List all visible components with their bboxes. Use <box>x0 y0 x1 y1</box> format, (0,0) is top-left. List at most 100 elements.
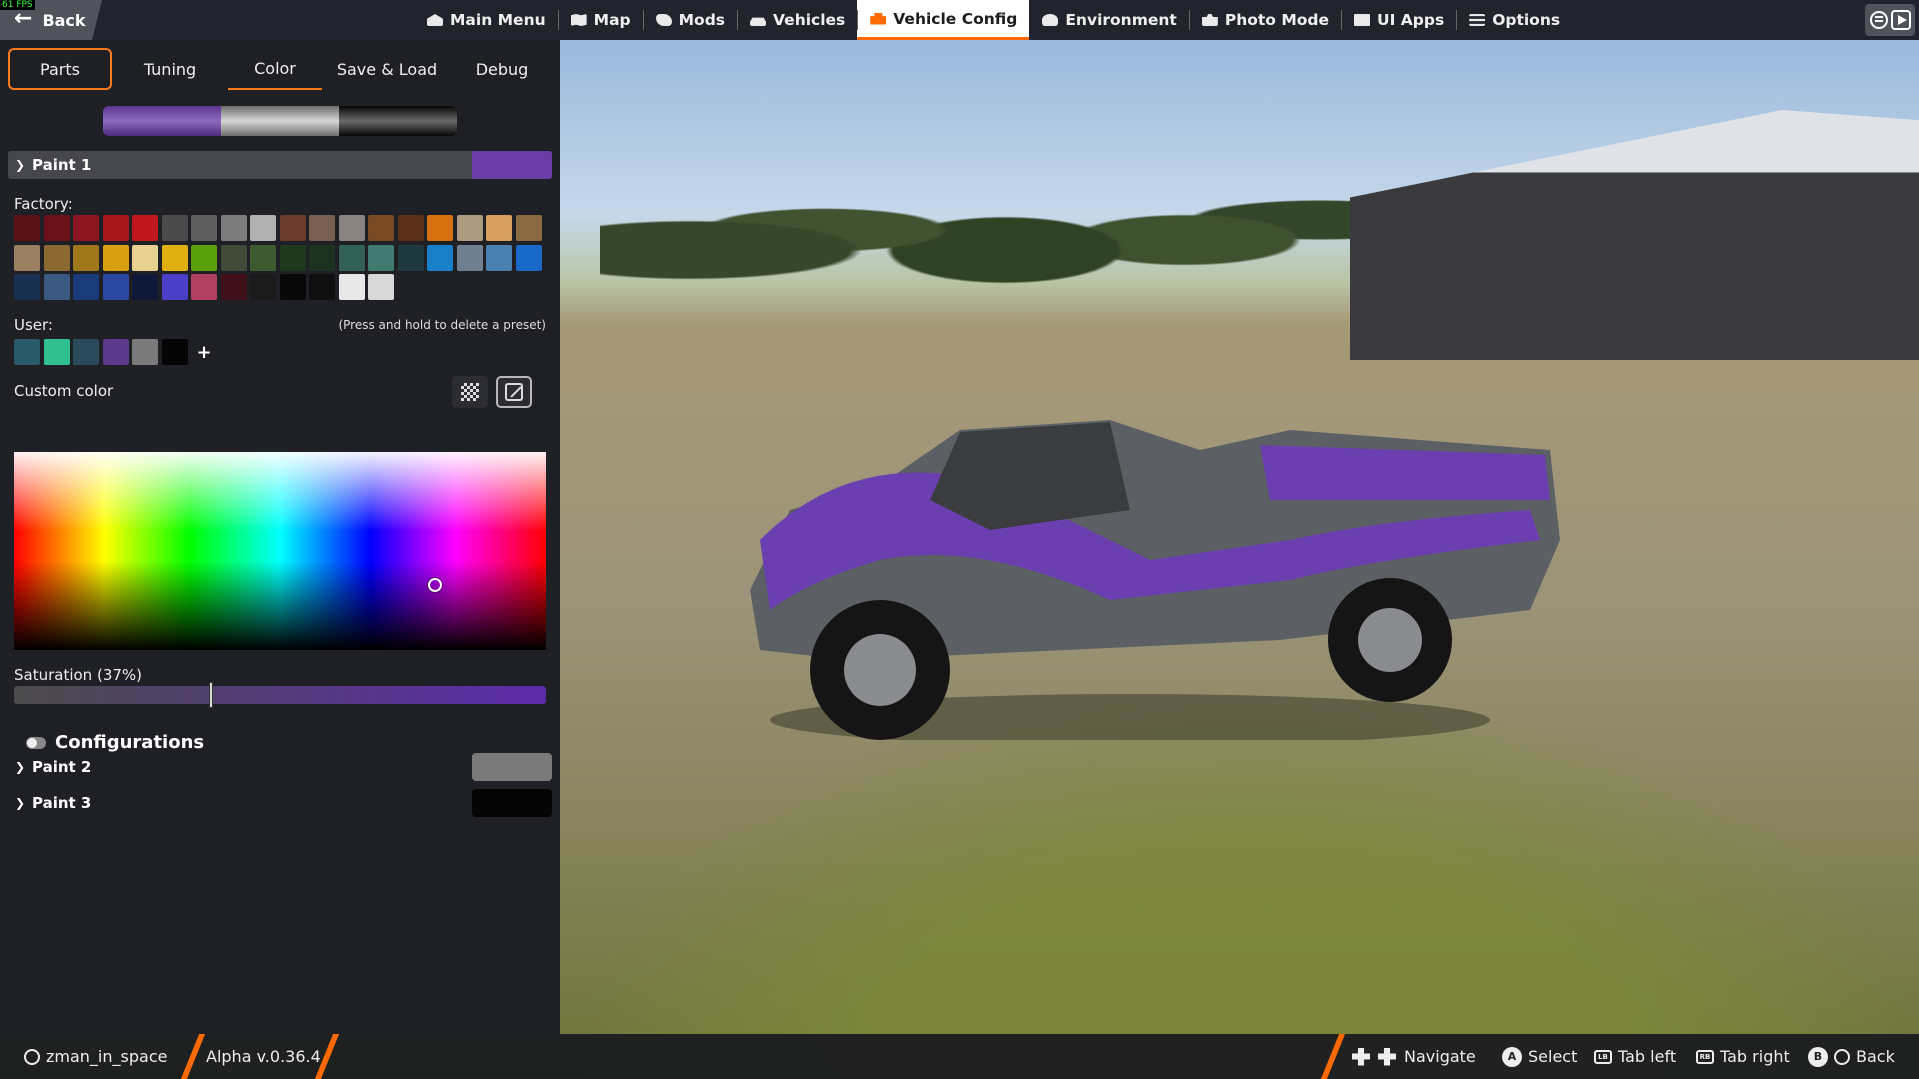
factory-color-swatch[interactable] <box>191 244 217 271</box>
factory-color-swatch[interactable] <box>368 244 394 271</box>
factory-color-swatch[interactable] <box>191 215 217 241</box>
nav-map[interactable]: Map <box>557 0 643 40</box>
play-icon[interactable] <box>1890 10 1911 30</box>
factory-color-swatch[interactable] <box>73 215 99 241</box>
factory-color-swatch[interactable] <box>338 244 365 271</box>
factory-color-swatch[interactable] <box>338 215 365 241</box>
factory-color-swatch[interactable] <box>132 274 158 300</box>
factory-color-swatch[interactable] <box>161 244 188 271</box>
factory-color-swatch[interactable] <box>486 244 512 271</box>
paint-preview-2[interactable] <box>221 106 339 136</box>
user-color-swatch[interactable] <box>161 339 188 365</box>
factory-color-swatch[interactable] <box>14 274 40 300</box>
factory-color-swatch[interactable] <box>486 215 512 241</box>
hint-back: B Back <box>1808 1034 1895 1079</box>
factory-color-swatch[interactable] <box>14 215 40 241</box>
nav-main-menu[interactable]: Main Menu <box>414 0 558 40</box>
factory-color-swatch[interactable] <box>309 274 335 300</box>
factory-color-swatch[interactable] <box>43 274 70 300</box>
menu-icon[interactable] <box>1869 11 1888 29</box>
factory-color-swatch[interactable] <box>161 274 188 300</box>
nav-ui-apps[interactable]: UI Apps <box>1341 0 1456 40</box>
nav-vehicle-config[interactable]: Vehicle Config <box>857 0 1030 40</box>
factory-color-swatch[interactable] <box>191 274 217 300</box>
user-color-swatch[interactable] <box>132 339 158 365</box>
sliders-icon <box>1468 12 1486 28</box>
factory-color-swatch[interactable] <box>279 274 306 300</box>
factory-color-swatch[interactable] <box>279 244 306 271</box>
chevron-right-icon: ❯ <box>14 760 26 774</box>
picker-cursor[interactable] <box>428 577 443 592</box>
house-icon <box>426 12 444 28</box>
factory-color-swatch[interactable] <box>132 244 158 271</box>
hint-tab-right: RB Tab right <box>1696 1034 1790 1079</box>
factory-color-swatch[interactable] <box>132 215 158 241</box>
texture-mode-button[interactable] <box>452 376 488 408</box>
factory-color-swatch[interactable] <box>73 244 99 271</box>
main-navigation: Main Menu Map Mods Vehicles Vehicle Conf… <box>414 0 1572 40</box>
factory-color-swatch[interactable] <box>338 274 365 300</box>
factory-color-swatch[interactable] <box>73 274 99 300</box>
factory-color-swatch[interactable] <box>161 215 188 241</box>
paint-2-row[interactable]: ❯ Paint 2 <box>8 753 552 781</box>
nav-label: Vehicle Config <box>893 9 1018 28</box>
factory-color-swatch[interactable] <box>220 244 247 271</box>
user-color-swatch[interactable] <box>43 339 70 365</box>
factory-color-swatch[interactable] <box>515 215 542 241</box>
factory-color-swatch[interactable] <box>368 215 394 241</box>
hint-select: A Select <box>1502 1034 1577 1079</box>
factory-color-swatch[interactable] <box>220 274 247 300</box>
user-color-swatch[interactable] <box>102 339 129 365</box>
vehicle-model <box>750 420 1560 740</box>
factory-color-swatch[interactable] <box>309 215 335 241</box>
user-color-swatch[interactable] <box>73 339 99 365</box>
factory-color-swatch[interactable] <box>427 244 453 271</box>
config-tabs: Parts Tuning Color Save & Load Debug <box>8 48 562 90</box>
factory-color-swatch[interactable] <box>102 244 129 271</box>
factory-color-swatch[interactable] <box>102 215 129 241</box>
factory-color-swatch[interactable] <box>456 215 483 241</box>
nav-photo-mode[interactable]: Photo Mode <box>1188 0 1341 40</box>
hint-label: Back <box>1856 1047 1895 1066</box>
nav-label: Photo Mode <box>1224 11 1330 29</box>
factory-color-swatch[interactable] <box>397 244 424 271</box>
nav-environment[interactable]: Environment <box>1029 0 1188 40</box>
nav-mods[interactable]: Mods <box>642 0 737 40</box>
factory-color-swatch[interactable] <box>427 215 453 241</box>
configurations-toggle[interactable] <box>26 737 46 749</box>
tab-save-load[interactable]: Save & Load <box>332 48 442 90</box>
add-preset-button[interactable]: + <box>191 339 217 365</box>
nav-label: Options <box>1492 11 1561 29</box>
factory-color-swatch[interactable] <box>456 244 483 271</box>
tab-tuning[interactable]: Tuning <box>122 48 218 90</box>
factory-color-swatch[interactable] <box>250 244 276 271</box>
factory-color-swatch[interactable] <box>309 244 335 271</box>
nav-options[interactable]: Options <box>1456 0 1572 40</box>
factory-color-swatch[interactable] <box>102 274 129 300</box>
factory-color-swatch[interactable] <box>368 274 394 300</box>
tab-color[interactable]: Color <box>228 48 322 90</box>
paint-preview-1[interactable] <box>103 106 221 136</box>
paint-3-row[interactable]: ❯ Paint 3 <box>8 789 552 817</box>
tab-parts[interactable]: Parts <box>8 48 112 90</box>
nav-label: Main Menu <box>450 11 546 29</box>
hue-value-picker[interactable] <box>14 452 546 650</box>
saturation-slider-thumb[interactable] <box>208 682 213 708</box>
factory-color-swatch[interactable] <box>43 215 70 241</box>
factory-color-swatch[interactable] <box>397 215 424 241</box>
factory-color-swatch[interactable] <box>279 215 306 241</box>
factory-color-swatch[interactable] <box>220 215 247 241</box>
nav-vehicles[interactable]: Vehicles <box>737 0 857 40</box>
picker-mode-button[interactable] <box>496 376 532 408</box>
paint-1-header[interactable]: ❯ Paint 1 <box>8 151 552 179</box>
factory-color-swatch[interactable] <box>250 215 276 241</box>
user-color-swatch[interactable] <box>14 339 40 365</box>
tab-debug[interactable]: Debug <box>452 48 552 90</box>
factory-color-swatch[interactable] <box>515 244 542 271</box>
saturation-slider[interactable] <box>14 682 546 708</box>
factory-color-swatch[interactable] <box>43 244 70 271</box>
b-button-icon: B <box>1808 1046 1828 1067</box>
paint-preview-3[interactable] <box>339 106 457 136</box>
factory-color-swatch[interactable] <box>250 274 276 300</box>
factory-color-swatch[interactable] <box>14 244 40 271</box>
